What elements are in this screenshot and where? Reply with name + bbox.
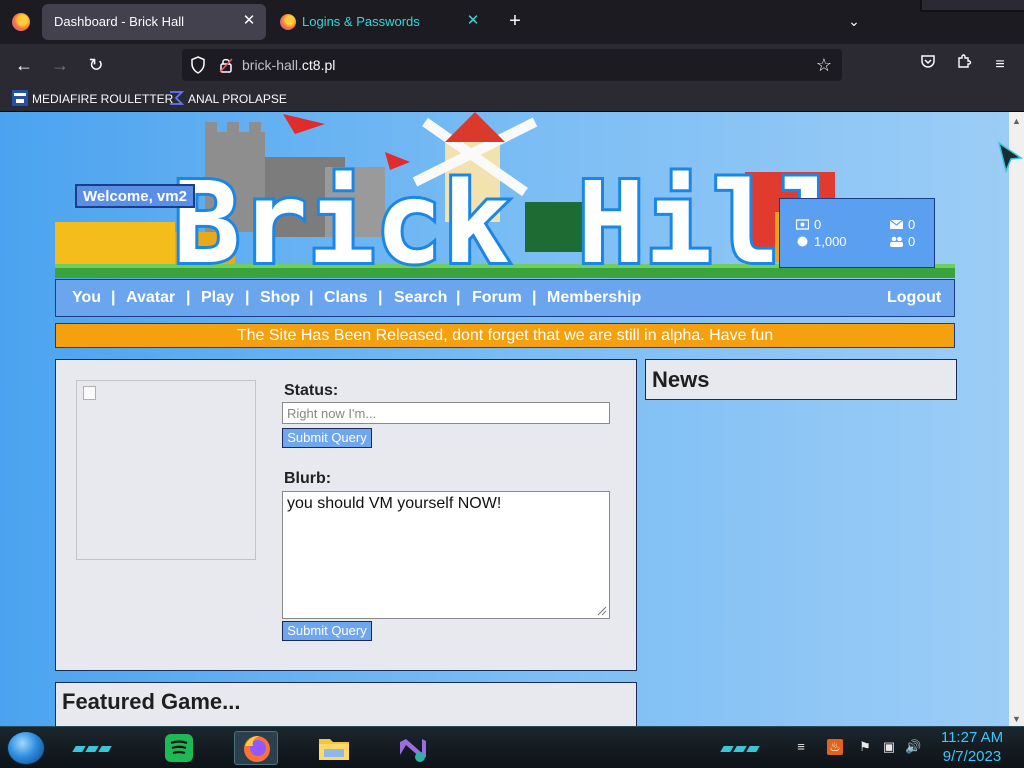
- nav-separator: |: [111, 289, 116, 306]
- tab-title: Dashboard - Brick Hall: [54, 14, 185, 29]
- resize-grip-icon[interactable]: [595, 604, 607, 616]
- welcome-label: Welcome, vm2: [75, 184, 195, 208]
- status-submit-button[interactable]: Submit Query: [282, 428, 372, 448]
- new-tab-plus-icon[interactable]: +: [504, 10, 526, 32]
- extensions-puzzle-icon[interactable]: [951, 52, 977, 78]
- nav-separator: |: [378, 289, 383, 306]
- windows-taskbar: ≡ ♨ ⚑ ▣ 🔊 11:27 AM 9/7/2023: [0, 726, 1024, 768]
- nav-separator: |: [532, 289, 537, 306]
- nav-separator: |: [309, 289, 314, 306]
- taskbar-decoration: [72, 739, 113, 752]
- tab-title: Logins & Passwords: [302, 14, 420, 29]
- reload-icon[interactable]: ↻: [83, 52, 109, 78]
- pocket-icon[interactable]: [915, 52, 941, 78]
- close-icon[interactable]: ✕: [240, 12, 258, 30]
- featured-game-heading: Featured Game...: [62, 689, 241, 714]
- broken-image-icon: [83, 386, 96, 400]
- app-tray-icon[interactable]: ♨: [827, 739, 843, 755]
- user-stats-box: 0 0 1,000 0: [779, 198, 935, 268]
- nav-shop[interactable]: Shop: [260, 289, 300, 307]
- nav-separator: |: [186, 289, 191, 306]
- show-hidden-icons-icon[interactable]: ≡: [793, 739, 809, 755]
- site-nav-bar: You | Avatar | Play | Shop | Clans | Sea…: [55, 279, 955, 317]
- firefox-icon: [244, 736, 270, 762]
- nav-play[interactable]: Play: [201, 289, 234, 307]
- nav-search[interactable]: Search: [394, 289, 447, 307]
- hamburger-menu-icon[interactable]: ≡: [987, 52, 1013, 78]
- news-panel: News: [645, 359, 957, 400]
- lock-icon[interactable]: [218, 56, 234, 74]
- blurb-textarea[interactable]: you should VM yourself NOW!: [282, 491, 610, 619]
- envelope-icon: [890, 219, 903, 229]
- close-icon[interactable]: ✕: [464, 12, 482, 30]
- forward-arrow-icon[interactable]: →: [47, 52, 73, 78]
- nav-you[interactable]: You: [72, 289, 101, 307]
- start-button[interactable]: [7, 731, 45, 765]
- volume-icon[interactable]: 🔊: [905, 739, 921, 755]
- messages-stat[interactable]: 0: [890, 217, 915, 232]
- bookmark-anal-prolapse[interactable]: ANAL PROLAPSE: [168, 90, 287, 108]
- scroll-up-arrow-icon[interactable]: ▲: [1012, 116, 1021, 126]
- back-arrow-icon[interactable]: ←: [11, 52, 37, 78]
- friends-icon: [890, 236, 903, 247]
- url-text: brick-hall.ct8.pl: [242, 57, 336, 73]
- page-scrollbar[interactable]: ▲ ▼: [1009, 112, 1024, 726]
- blurb-submit-button[interactable]: Submit Query: [282, 621, 372, 641]
- chevron-down-icon[interactable]: ⌄: [844, 10, 864, 32]
- browser-tab-bar: Dashboard - Brick Hall ✕ Logins & Passwo…: [0, 0, 1024, 44]
- friend-requests-stat[interactable]: 0: [890, 234, 915, 249]
- scroll-down-arrow-icon[interactable]: ▼: [1012, 714, 1021, 724]
- taskbar-app-firefox[interactable]: [234, 731, 278, 765]
- mediafire-favicon-icon: [12, 90, 28, 106]
- taskbar-app-visual-studio[interactable]: [390, 731, 434, 765]
- nav-clans[interactable]: Clans: [324, 289, 368, 307]
- bits-stat[interactable]: 1,000: [796, 234, 847, 249]
- taskbar-decoration: [720, 739, 761, 752]
- sigma-favicon-icon: [170, 91, 184, 105]
- system-clock[interactable]: 11:27 AM 9/7/2023: [936, 728, 1008, 766]
- site-alert-banner: The Site Has Been Released, dont forget …: [55, 323, 955, 348]
- avatar-image: [76, 380, 256, 560]
- status-label: Status:: [284, 382, 339, 399]
- firefox-menu-icon[interactable]: [12, 13, 30, 31]
- blurb-label: Blurb:: [284, 470, 332, 487]
- bucks-icon: [796, 219, 809, 230]
- bookmarks-toolbar: MEDIAFIRE ROULETTER ANAL PROLAPSE: [0, 86, 1024, 112]
- browser-nav-bar: ← → ↻ brick-hall.ct8.pl ☆ ≡: [0, 44, 1024, 86]
- logo-text: Brick Hill: [173, 159, 847, 278]
- network-icon[interactable]: ▣: [881, 739, 897, 755]
- nav-separator: |: [245, 289, 250, 306]
- nav-separator: |: [456, 289, 461, 306]
- bookmark-star-icon[interactable]: ☆: [812, 53, 836, 77]
- tab-dashboard[interactable]: Dashboard - Brick Hall ✕: [42, 4, 266, 40]
- nav-avatar[interactable]: Avatar: [126, 289, 175, 307]
- clock-date: 9/7/2023: [942, 748, 1002, 765]
- bits-coin-icon: [797, 236, 808, 247]
- spotify-icon: [165, 734, 193, 762]
- web-page-viewport: Brick Hill Welcome, vm2 0 0 1,000 0 You …: [0, 112, 1009, 726]
- nav-membership[interactable]: Membership: [547, 289, 641, 307]
- featured-game-panel: Featured Game...: [55, 682, 637, 726]
- news-heading: News: [652, 367, 710, 392]
- flag-icon[interactable]: ⚑: [857, 739, 873, 755]
- folder-icon: [319, 739, 349, 760]
- status-input[interactable]: [282, 402, 610, 424]
- window-frame-decoration: [920, 0, 1024, 12]
- dashboard-panel: Status: Submit Query Blurb: you should V…: [55, 359, 637, 671]
- taskbar-app-spotify[interactable]: [157, 731, 201, 765]
- taskbar-app-file-explorer[interactable]: [312, 731, 356, 765]
- shield-icon[interactable]: [190, 56, 206, 74]
- nav-logout[interactable]: Logout: [887, 289, 941, 307]
- clock-time: 11:27 AM: [940, 729, 1004, 746]
- tab-logins-passwords[interactable]: Logins & Passwords ✕: [272, 4, 490, 40]
- mouse-cursor-icon: [997, 141, 1024, 174]
- bookmark-mediafire-rouletter[interactable]: MEDIAFIRE ROULETTER: [12, 90, 173, 108]
- address-bar[interactable]: brick-hall.ct8.pl ☆: [182, 49, 842, 81]
- visual-studio-icon: [400, 739, 426, 762]
- bucks-stat[interactable]: 0: [796, 217, 821, 232]
- firefox-favicon-icon: [280, 14, 296, 30]
- nav-forum[interactable]: Forum: [472, 289, 522, 307]
